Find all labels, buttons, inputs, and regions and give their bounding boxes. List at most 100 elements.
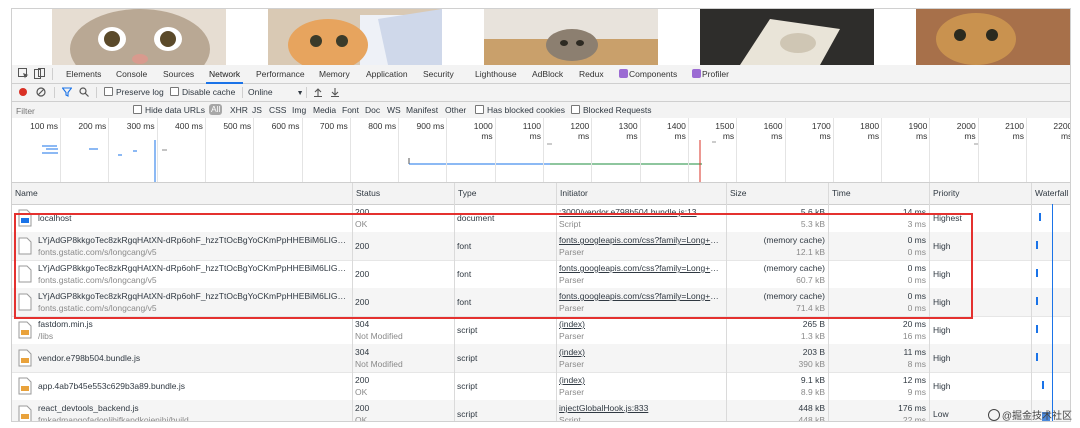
request-name: LYjAdGP8kkgoTec8zkRgqHAtXN-dRp6ohF_hzzTt… — [38, 263, 350, 273]
cat-image-3 — [484, 9, 658, 65]
timeline-tick-label: 800 ms — [368, 121, 397, 131]
column-name[interactable]: Name — [12, 183, 38, 204]
table-row[interactable]: LYjAdGP8kkgoTec8zkRgqHAtXN-dRp6ohF_hzzTt… — [12, 260, 1070, 289]
column-initiator[interactable]: Initiator — [557, 183, 588, 204]
type-filter-font[interactable]: Font — [342, 105, 359, 115]
tab-redux[interactable]: Redux — [579, 65, 604, 83]
type-filter-manifest[interactable]: Manifest — [406, 105, 438, 115]
column-time[interactable]: Time — [829, 183, 851, 204]
timeline-tick-label: 1000 ms — [473, 121, 493, 141]
column-priority[interactable]: Priority — [930, 183, 959, 204]
table-row[interactable]: vendor.e798b504.bundle.js 304 Not Modified… — [12, 344, 1070, 373]
juejin-logo-icon — [987, 409, 1000, 421]
devtools-tab-bar: Elements Console Sources Network Perform… — [12, 65, 1070, 84]
waterfall-bar — [1036, 297, 1038, 305]
status-text: OK — [355, 219, 368, 229]
timeline-gridline — [543, 118, 544, 182]
column-divider — [556, 183, 557, 421]
tab-memory[interactable]: Memory — [319, 65, 350, 83]
hide-data-urls-checkbox[interactable]: Hide data URLs — [133, 105, 205, 115]
tab-components[interactable]: Components — [619, 65, 677, 83]
tab-adblock[interactable]: AdBlock — [532, 65, 563, 83]
timeline-gridline — [1026, 118, 1027, 182]
type-filter-other[interactable]: Other — [445, 105, 466, 115]
tab-lighthouse[interactable]: Lighthouse — [475, 65, 517, 83]
device-toolbar-icon[interactable] — [34, 68, 45, 79]
has-blocked-cookies-checkbox[interactable]: Has blocked cookies — [475, 105, 565, 115]
type-filter-js[interactable]: JS — [252, 105, 262, 115]
filter-input[interactable] — [14, 104, 126, 117]
table-row[interactable]: fastdom.min.js/libs 304 Not Modified script… — [12, 316, 1070, 345]
transfer-size: (memory cache) — [763, 235, 825, 245]
table-row[interactable]: localhost 200 OK document:3000/vendor.e798b… — [12, 204, 1070, 233]
request-name: LYjAdGP8kkgoTec8zkRgqHAtXN-dRp6ohF_hzzTt… — [38, 235, 350, 245]
tab-performance[interactable]: Performance — [256, 65, 305, 83]
column-size[interactable]: Size — [727, 183, 747, 204]
throttling-select[interactable]: Online ▼ — [248, 87, 304, 97]
timeline-gridline — [156, 118, 158, 182]
timeline-gridline — [301, 118, 303, 182]
waterfall-bar — [1036, 241, 1038, 249]
initiator-link[interactable]: fonts.googleapis.com/css?family=Long+C… — [559, 263, 724, 273]
import-har-icon[interactable] — [313, 87, 323, 97]
type-filter-ws[interactable]: WS — [387, 105, 401, 115]
column-type[interactable]: Type — [455, 183, 476, 204]
initiator-link[interactable]: :3000/vendor.e798b504.bundle.js:13 — [559, 207, 724, 217]
cat-image-5 — [916, 9, 1070, 65]
timeline-tick-label: 900 ms — [416, 121, 445, 131]
tab-sources[interactable]: Sources — [163, 65, 194, 83]
clear-icon[interactable] — [36, 87, 46, 97]
font-file-icon — [18, 265, 32, 283]
initiator-link[interactable]: fonts.googleapis.com/css?family=Long+C… — [559, 235, 724, 245]
initiator-link[interactable]: fonts.googleapis.com/css?family=Long+C… — [559, 291, 724, 301]
total-time: 12 ms — [902, 375, 926, 385]
latency-time: 0 ms — [907, 275, 926, 285]
type-filter-css[interactable]: CSS — [269, 105, 286, 115]
tab-elements[interactable]: Elements — [66, 65, 101, 83]
inspect-element-icon[interactable] — [18, 68, 29, 79]
tab-console[interactable]: Console — [116, 65, 147, 83]
search-icon[interactable] — [79, 87, 89, 97]
column-divider — [1031, 183, 1032, 421]
transfer-size: (memory cache) — [763, 291, 825, 301]
type-filter-img[interactable]: Img — [292, 105, 306, 115]
export-har-icon[interactable] — [330, 87, 340, 97]
table-row[interactable]: react_devtools_backend.js fmkadmapgofadop… — [12, 400, 1070, 421]
priority: High — [933, 353, 951, 363]
tab-application[interactable]: Application — [366, 65, 408, 83]
record-icon[interactable] — [18, 87, 28, 97]
initiator-type: Parser — [559, 359, 585, 369]
filter-bar: Hide data URLs All XHR JS CSS Img Media … — [12, 102, 1070, 119]
blocked-requests-checkbox[interactable]: Blocked Requests — [571, 105, 652, 115]
table-row[interactable]: LYjAdGP8kkgoTec8zkRgqHAtXN-dRp6ohF_hzzTt… — [12, 232, 1070, 261]
preserve-log-checkbox[interactable]: Preserve log — [104, 87, 164, 97]
tab-profiler[interactable]: Profiler — [692, 65, 729, 83]
type-filter-all[interactable]: All — [209, 104, 223, 115]
tab-network[interactable]: Network — [205, 65, 244, 84]
timeline-tick-label: 1600 ms — [763, 121, 783, 141]
table-row[interactable]: LYjAdGP8kkgoTec8zkRgqHAtXN-dRp6ohF_hzzTt… — [12, 288, 1070, 317]
initiator-link[interactable]: (index) — [559, 347, 724, 357]
resource-size: 1.3 kB — [800, 331, 825, 341]
resource-type: script — [457, 381, 478, 391]
timeline-tick-label: 1100 ms — [522, 121, 541, 141]
type-filter-doc[interactable]: Doc — [365, 105, 380, 115]
timeline-gridline — [349, 118, 351, 182]
tab-security[interactable]: Security — [423, 65, 454, 83]
column-waterfall[interactable]: Waterfall — [1032, 183, 1068, 204]
timeline-tick-label: 1700 ms — [811, 121, 831, 141]
initiator-link[interactable]: (index) — [559, 319, 724, 329]
cat-image-4 — [700, 9, 874, 65]
initiator-link[interactable]: (index) — [559, 375, 724, 385]
cat-image-2 — [268, 9, 442, 65]
timeline-tick-label: 600 ms — [271, 121, 300, 131]
column-status[interactable]: Status — [353, 183, 380, 204]
initiator-link[interactable]: injectGlobalHook.js:833 — [559, 403, 724, 413]
table-row[interactable]: app.4ab7b45e553c629b3a89.bundle.js 200 OK s… — [12, 372, 1070, 401]
disable-cache-checkbox[interactable]: Disable cache — [170, 87, 235, 97]
status-code: 200 — [355, 403, 370, 413]
type-filter-xhr[interactable]: XHR — [230, 105, 248, 115]
filter-icon[interactable] — [62, 87, 72, 97]
type-filter-media[interactable]: Media — [313, 105, 336, 115]
timeline-overview[interactable]: 100 ms 200 ms 300 ms 400 ms 500 ms 600 ms 700 … — [12, 118, 1070, 183]
